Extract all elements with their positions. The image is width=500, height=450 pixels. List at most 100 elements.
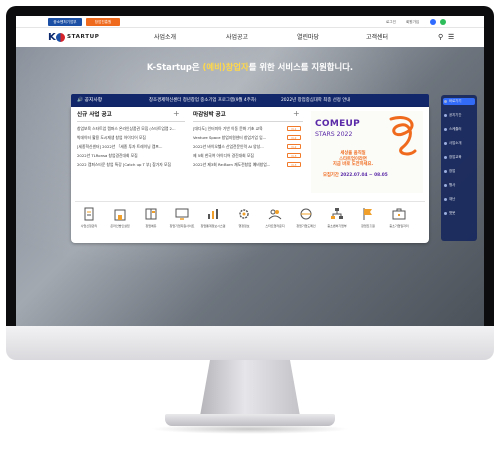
quick-links-row: 사업신청관리 온라인법인설립 창업에듀 창업기업지원사이트 창업통계정보시스템 … — [75, 205, 425, 241]
people-icon — [268, 209, 282, 220]
main-nav: K STARTUP 사업소개 사업공고 열린마당 고객센터 ⚲ ☰ — [16, 28, 484, 47]
document-icon — [84, 207, 94, 221]
logo-letter: K — [48, 32, 56, 43]
divider — [77, 121, 185, 122]
quick-link-label: 중소기업일자리 — [389, 224, 409, 228]
gear-icon — [239, 209, 249, 219]
content-panel: 신규 사업 공고 + 창업보육 스타트업 캠퍼스 온라인상품권 모집 (스타트업… — [71, 107, 429, 243]
deadline-tag: D-3 — [287, 162, 301, 167]
sidebar-item-label: 재난 — [449, 197, 456, 201]
list-item[interactable]: 2022 캠퍼스타운 창업 특강 [Catch up T 부] 참가자 모집 — [77, 162, 185, 168]
sidebar-item-label: 바로가기 — [449, 99, 462, 103]
sidebar-item[interactable]: 바로가기 — [444, 98, 461, 105]
new-programs-more-icon[interactable]: + — [173, 110, 180, 118]
globe-icon — [300, 208, 312, 220]
list-item[interactable]: [세종혁신센터] 2022년 「세종 투자 트레이닝 캠프... — [77, 144, 185, 150]
banner-deadline-label: 모집기간 — [323, 173, 339, 178]
quick-link-label: 창업기업지원사이트 — [169, 224, 195, 228]
menu-business-intro[interactable]: 사업소개 — [154, 32, 176, 43]
monitor-base — [165, 414, 335, 426]
notice-label-text: 공지사항 — [84, 98, 103, 103]
sidebar-item-label: 스케줄러 — [449, 127, 462, 131]
logo-circle-icon — [56, 33, 65, 42]
quick-link-label: 중소벤처기업부 — [327, 224, 347, 228]
sidebar-item[interactable]: 재난 — [444, 196, 455, 203]
quick-link[interactable]: 스타트업라운지 — [261, 205, 289, 239]
list-item[interactable]: 창업보육 스타트업 캠퍼스 온라인상품권 모집 (스타트업랩 2... — [77, 126, 185, 132]
quick-link-label: 창업에듀 — [145, 224, 157, 228]
chart-icon — [208, 209, 218, 219]
quick-link[interactable]: 사업신청관리 — [75, 205, 103, 239]
notice-item[interactable]: 창조경제혁신센터 청년창업 중소기업 프로그램(9월 4주차) — [149, 94, 257, 107]
quick-link[interactable]: 온라인법인설립 — [106, 205, 134, 239]
sidebar-item[interactable]: 사업소개 — [444, 140, 461, 147]
hamburger-menu-icon[interactable]: ☰ — [448, 33, 454, 42]
deadline-tag: D-3 — [287, 153, 301, 158]
book-icon — [145, 208, 157, 220]
quick-link[interactable]: 창업에듀 — [137, 205, 165, 239]
sidebar-item-label: 공지기간 — [449, 113, 462, 117]
quick-link[interactable]: 중소벤처기업부 — [323, 205, 351, 239]
quick-sidebar: 바로가기 공지기간 스케줄러 사업소개 창업교육 창업 행사 재난 챗봇 — [441, 95, 477, 241]
banner-subtitle: STARS 2022 — [315, 131, 353, 138]
signup-link[interactable]: 회원가입 — [406, 18, 419, 26]
utility-bar: 중소벤처기업부 창업진흥원 로그인 회원가입 — [16, 16, 484, 28]
gov-badge[interactable]: 중소벤처기업부 — [48, 18, 82, 26]
notice-item[interactable]: 2022년 창업중심대학 최종 선정 안내 — [281, 94, 350, 107]
menu-open-forum[interactable]: 열린마당 — [297, 32, 319, 43]
sidebar-item[interactable]: 창업교육 — [444, 154, 461, 161]
sidebar-item[interactable]: 챗봇 — [444, 210, 455, 217]
banner-cta-line: 지금 바로 도전하세요. — [332, 162, 374, 168]
list-item[interactable]: Venture Space 창업지원센터 창업기업 입... — [193, 135, 281, 141]
blog-icon[interactable] — [440, 19, 446, 25]
quick-link-label: 창업기업도메인 — [296, 224, 316, 228]
notice-label: 🔊 공지사항 — [77, 98, 103, 103]
quick-link[interactable]: 중소기업일자리 — [385, 205, 413, 239]
divider — [75, 201, 425, 202]
search-icon[interactable]: ⚲ — [438, 33, 443, 42]
deadline-more-icon[interactable]: + — [293, 110, 300, 118]
menu-business-notice[interactable]: 사업공고 — [226, 32, 248, 43]
list-item[interactable]: [대다도] 인터미아 기반 이동 문화 기초 교육 — [193, 126, 281, 132]
banner-deadline: 모집기간 2022.07.04 ~ 08.05 — [323, 173, 388, 179]
quick-link[interactable]: 창업기업지원사이트 — [168, 205, 196, 239]
quick-link[interactable]: 창업진흥원 — [354, 205, 382, 239]
agency-badge[interactable]: 창업진흥원 — [86, 18, 120, 26]
hero-headline: K-Startup은 (예비)창업자를 위한 서비스를 지원합니다. — [16, 61, 484, 73]
logo-text[interactable]: STARTUP — [67, 33, 99, 42]
deadline-tag: D-2 — [287, 135, 301, 140]
quick-link[interactable]: 창업통계정보시스템 — [199, 205, 227, 239]
quick-link-label: 스타트업라운지 — [265, 224, 285, 228]
login-link[interactable]: 로그인 — [386, 18, 396, 26]
banner-cta: 세상을 움직일 스타트업이라면 지금 바로 도전하세요. — [325, 151, 381, 168]
sidebar-item-label: 창업교육 — [449, 155, 462, 159]
flag-icon — [363, 208, 372, 220]
list-item[interactable]: 제 5회 한국여 아이디어 경진대회 모집 — [193, 153, 281, 159]
sidebar-item[interactable]: 행사 — [444, 182, 455, 189]
monitor-stand — [200, 360, 300, 416]
divider — [193, 121, 303, 122]
list-item[interactable]: 2022년 제3회 Re:Born 재도전창업 예비창업... — [193, 162, 281, 168]
org-icon — [331, 208, 343, 219]
sidebar-item-label: 챗봇 — [449, 211, 456, 215]
list-item[interactable]: 2022년 TLRonsa 창업경진대회 모집 — [77, 153, 185, 159]
quick-link-label: 창업통계정보시스템 — [200, 224, 226, 228]
quick-link[interactable]: 행정정보 — [230, 205, 258, 239]
headline-part: K-Startup은 — [146, 62, 203, 72]
menu-customer-center[interactable]: 고객센터 — [366, 32, 388, 43]
facebook-icon[interactable] — [430, 19, 436, 25]
quick-link[interactable]: 창업기업도메인 — [292, 205, 320, 239]
building-icon — [114, 209, 126, 221]
quick-link-label: 행정정보 — [238, 224, 250, 228]
sidebar-item[interactable]: 스케줄러 — [444, 126, 461, 133]
deadline-tag: D-1 — [287, 126, 301, 131]
list-item[interactable]: 2022년 바이오헬스 산업전문인력 AI 양성... — [193, 144, 281, 150]
sidebar-item-label: 행사 — [449, 183, 456, 187]
list-item[interactable]: 빅데이터 활용 도시재생 창업 아이디어 모집 — [77, 135, 185, 141]
banner-swirl-graphic — [389, 116, 417, 156]
notice-bar: 🔊 공지사항 창조경제혁신센터 청년창업 중소기업 프로그램(9월 4주차) 2… — [71, 94, 429, 107]
sidebar-item[interactable]: 창업 — [444, 168, 455, 175]
comeup-banner[interactable]: COMEUP STARS 2022 세상을 움직일 스타트업이라면 지금 바로 … — [311, 111, 423, 193]
deadline-title: 마감임박 공고 — [193, 112, 226, 118]
sidebar-item[interactable]: 공지기간 — [444, 112, 461, 119]
